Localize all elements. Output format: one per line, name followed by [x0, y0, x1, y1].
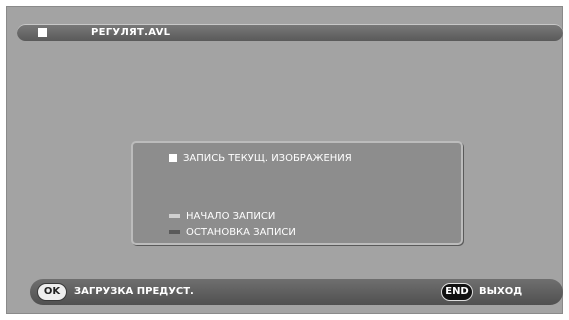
option-start-label: НАЧАЛО ЗАПИСИ [186, 211, 276, 222]
light-key-icon [169, 214, 180, 218]
menu-title: РЕГУЛЯТ.AVL [91, 27, 171, 38]
footer-bar: OK ЗАГРУЗКА ПРЕДУСТ. END ВЫХОД [30, 279, 563, 305]
dialog-heading-row: ЗАПИСЬ ТЕКУЩ. ИЗОБРАЖЕНИЯ [169, 153, 352, 165]
square-bullet-icon [169, 154, 177, 162]
option-start-recording[interactable]: НАЧАЛО ЗАПИСИ [169, 211, 275, 223]
end-button[interactable]: END [441, 283, 473, 301]
ok-action-label: ЗАГРУЗКА ПРЕДУСТ. [74, 286, 194, 297]
record-dialog: ЗАПИСЬ ТЕКУЩ. ИЗОБРАЖЕНИЯ НАЧАЛО ЗАПИСИ … [131, 141, 463, 245]
option-stop-recording[interactable]: ОСТАНОВКА ЗАПИСИ [169, 227, 296, 239]
dark-key-icon [169, 230, 180, 234]
option-stop-label: ОСТАНОВКА ЗАПИСИ [186, 227, 296, 238]
square-bullet-icon [38, 28, 47, 37]
dialog-heading: ЗАПИСЬ ТЕКУЩ. ИЗОБРАЖЕНИЯ [183, 153, 352, 164]
menu-title-bar: РЕГУЛЯТ.AVL [17, 24, 563, 41]
end-action-label: ВЫХОД [479, 286, 523, 297]
ok-button[interactable]: OK [37, 283, 67, 301]
